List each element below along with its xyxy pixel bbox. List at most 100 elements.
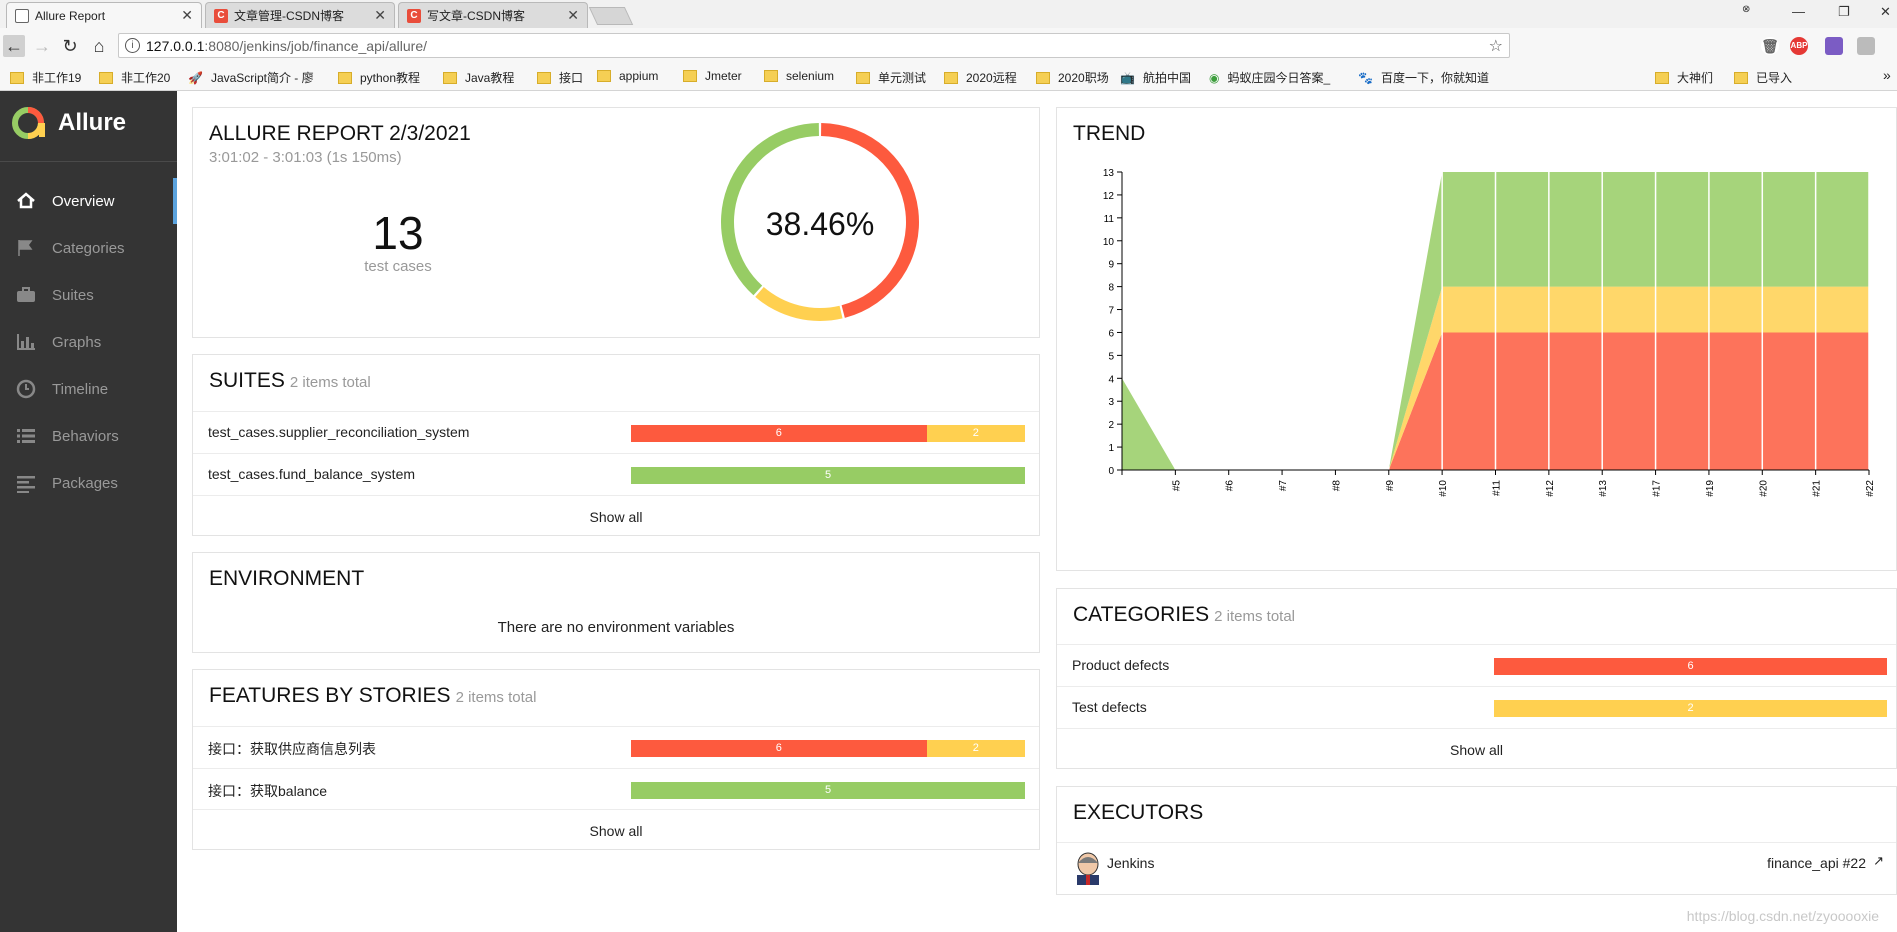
baidu-paw-icon: 🐾 [1358, 70, 1373, 85]
trend-chart: 012345678910111213#5 #6 #7 #8 #9 #10 #11 #12 #13… [1103, 168, 1876, 497]
bookmark-item[interactable]: 2020远程 [944, 69, 1017, 86]
address-toolbar: ← → ↻ ⌂ i 127.0.0.1:8080/jenkins/job/fin… [0, 28, 1897, 64]
close-tab-icon[interactable]: ✕ [374, 7, 386, 24]
bookmark-item[interactable]: 非工作19 [10, 69, 81, 86]
reload-icon[interactable]: ↻ [59, 35, 81, 57]
status-bar-segment[interactable]: 2 [926, 425, 1025, 442]
categories-show-all-link[interactable]: Show all [1057, 728, 1896, 771]
status-bar-segment[interactable]: 5 [631, 467, 1025, 484]
info-icon[interactable]: i [125, 38, 140, 53]
status-bar-segment[interactable]: 6 [631, 425, 927, 442]
folder-icon [443, 71, 457, 84]
features-show-all-link[interactable]: Show all [193, 809, 1039, 852]
external-link-icon[interactable]: ↗ [1873, 853, 1884, 869]
bookmark-item[interactable]: 单元测试 [856, 69, 926, 86]
adblock-icon[interactable]: ABP [1790, 37, 1808, 55]
bookmark-item[interactable]: 📺 航拍中国 [1120, 69, 1191, 86]
status-bar-segment[interactable]: 6 [1494, 658, 1887, 675]
status-bar-segment[interactable]: 2 [926, 740, 1025, 757]
trash-icon[interactable]: 🗑 [1761, 37, 1779, 55]
y-tick-label: 2 [1108, 420, 1114, 431]
allure-sidebar: Allure Overview Categories Suites Graphs Tim… [0, 91, 177, 932]
suite-row[interactable]: test_cases.fund_balance_system 5 [193, 453, 1039, 495]
report-title: ALLURE REPORT 2/3/2021 [209, 122, 471, 145]
bookmark-item[interactable]: Jmeter [683, 69, 742, 83]
bookmark-item[interactable]: ◉ 蚂蚁庄园今日答案_ [1209, 69, 1330, 86]
bookmark-star-icon[interactable]: ☆ [1489, 36, 1503, 56]
tab-title: 文章管理-CSDN博客 [234, 9, 344, 23]
bookmarks-bar: 非工作19 非工作20 🚀 JavaScript简介 - 廖 python教程 J… [0, 64, 1897, 91]
sidebar-item-label: Behaviors [52, 427, 119, 445]
bookmark-item[interactable]: selenium [764, 69, 834, 83]
y-tick-label: 9 [1108, 260, 1114, 271]
folder-icon [944, 71, 958, 84]
x-tick-label: #5 [1171, 480, 1182, 492]
x-tick-label: #7 [1278, 480, 1289, 492]
sidebar-item-overview[interactable]: Overview [0, 178, 177, 224]
y-tick-label: 13 [1103, 168, 1115, 179]
new-tab-button[interactable] [588, 7, 634, 25]
sidebar-item-packages[interactable]: Packages [0, 460, 177, 506]
y-tick-label: 7 [1108, 306, 1114, 317]
sidebar-item-behaviors[interactable]: Behaviors [0, 413, 177, 459]
status-bar-segment[interactable]: 5 [631, 782, 1025, 799]
bookmark-item[interactable]: 接口 [537, 69, 583, 86]
bookmark-item[interactable]: 2020职场 [1036, 69, 1109, 86]
donut-slice-broken[interactable] [755, 287, 843, 321]
home-icon[interactable]: ⌂ [88, 35, 110, 57]
x-tick-label: #10 [1438, 480, 1449, 497]
browser-tab-write-article[interactable]: C 写文章-CSDN博客 ✕ [398, 2, 588, 28]
extension-icon[interactable] [1825, 37, 1843, 55]
extension-icon[interactable] [1857, 37, 1875, 55]
build-link[interactable]: finance_api #22 [1767, 855, 1866, 871]
x-tick-label: #9 [1385, 480, 1396, 492]
bookmark-item[interactable]: 🐾 百度一下，你就知道 [1358, 69, 1489, 86]
feature-row[interactable]: 接口：获取供应商信息列表 62 [193, 726, 1039, 768]
bookmark-item[interactable]: 非工作20 [99, 69, 170, 86]
allure-logo[interactable]: Allure [10, 105, 126, 141]
environment-widget: ENVIRONMENT There are no environment var… [192, 552, 1040, 653]
bookmark-item[interactable]: 大神们 [1655, 69, 1713, 86]
back-icon[interactable]: ← [3, 35, 25, 57]
minimize-button[interactable]: — [1792, 4, 1805, 19]
url-bar[interactable]: i 127.0.0.1:8080/jenkins/job/finance_api… [118, 33, 1510, 58]
folder-icon [597, 70, 611, 82]
y-tick-label: 6 [1108, 328, 1114, 339]
clock-icon [15, 378, 37, 400]
browser-tab-article-manage[interactable]: C 文章管理-CSDN博客 ✕ [205, 2, 395, 28]
more-bookmarks-icon[interactable]: » [1883, 67, 1891, 83]
suites-show-all-link[interactable]: Show all [193, 495, 1039, 538]
close-window-button[interactable]: ✕ [1880, 4, 1891, 20]
sidebar-item-timeline[interactable]: Timeline [0, 366, 177, 412]
browser-tab-allure[interactable]: Allure Report ✕ [6, 2, 202, 28]
restore-button[interactable]: ❐ [1838, 4, 1850, 20]
status-bar: 2 [1494, 700, 1887, 717]
bookmark-item[interactable]: appium [597, 69, 658, 83]
x-tick-label: #19 [1705, 480, 1716, 497]
suite-row[interactable]: test_cases.supplier_reconciliation_syste… [193, 411, 1039, 453]
feature-row[interactable]: 接口：获取balance 5 [193, 768, 1039, 810]
y-tick-label: 11 [1104, 214, 1115, 225]
bookmark-item[interactable]: python教程 [338, 69, 420, 86]
status-bar-segment[interactable]: 6 [631, 740, 927, 757]
sidebar-item-suites[interactable]: Suites [0, 272, 177, 318]
csdn-favicon-icon: C [214, 8, 228, 23]
categories-count: 2 items total [1214, 608, 1296, 625]
close-tab-icon[interactable]: ✕ [181, 7, 193, 24]
watermark: https://blog.csdn.net/zyooooxie [1686, 908, 1879, 924]
category-row[interactable]: Product defects 6 [1057, 644, 1896, 686]
forward-icon[interactable]: → [31, 35, 53, 57]
y-tick-label: 10 [1103, 237, 1115, 248]
close-tab-icon[interactable]: ✕ [567, 7, 579, 24]
x-tick-label: #17 [1652, 480, 1663, 497]
sidebar-item-graphs[interactable]: Graphs [0, 319, 177, 365]
executor-row[interactable]: Jenkins finance_api #22 ↗ [1057, 842, 1896, 894]
sidebar-item-label: Categories [52, 239, 125, 257]
status-bar-segment[interactable]: 2 [1494, 700, 1887, 717]
bookmark-item[interactable]: Java教程 [443, 69, 514, 86]
sidebar-item-categories[interactable]: Categories [0, 225, 177, 271]
bookmark-item[interactable]: 🚀 JavaScript简介 - 廖 [188, 69, 314, 86]
bookmark-item[interactable]: 已导入 [1734, 69, 1792, 86]
briefcase-icon [15, 284, 37, 306]
category-row[interactable]: Test defects 2 [1057, 686, 1896, 728]
